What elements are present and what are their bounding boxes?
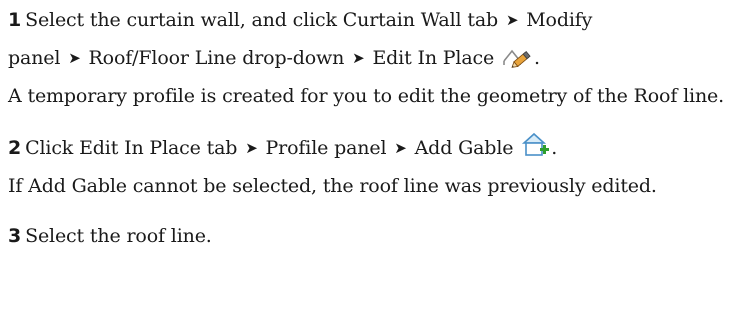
arrow-icon: ➤ bbox=[352, 49, 365, 67]
step-1-text-a: Select the curtain wall, and click Curta… bbox=[25, 9, 499, 31]
step-2-end: . bbox=[551, 137, 558, 159]
step-1-line-1: 1 Select the curtain wall, and click Curt… bbox=[8, 2, 753, 40]
step-3-number: 3 bbox=[8, 225, 22, 247]
step-2-note: If Add Gable cannot be selected, the roo… bbox=[8, 175, 657, 197]
step-2-text-a: Click Edit In Place tab bbox=[25, 137, 244, 159]
step-2: 2 Click Edit In Place tab ➤ Profile panel… bbox=[8, 130, 753, 200]
edit-in-place-icon bbox=[502, 45, 534, 82]
step-1-number: 1 bbox=[8, 9, 22, 31]
step-1-text-e: Edit In Place bbox=[372, 47, 495, 69]
step-1-text-d: Roof/Floor Line drop-down bbox=[88, 47, 345, 69]
step-2-number: 2 bbox=[8, 137, 22, 159]
step-3-line-1: 3 Select the roof line. bbox=[8, 218, 753, 255]
step-1-note: A temporary profile is created for you t… bbox=[8, 85, 725, 107]
step-1-text-c: panel bbox=[8, 47, 61, 69]
arrow-icon: ➤ bbox=[245, 139, 258, 157]
step-2-text-c: Add Gable bbox=[414, 137, 514, 159]
arrow-icon: ➤ bbox=[505, 11, 519, 29]
add-gable-icon bbox=[521, 131, 551, 172]
step-1: 1 Select the curtain wall, and click Curt… bbox=[8, 2, 753, 110]
step-1-end: . bbox=[534, 47, 540, 69]
step-2-line-1: 2 Click Edit In Place tab ➤ Profile panel… bbox=[8, 130, 753, 172]
step-3-text: Select the roof line. bbox=[25, 225, 212, 247]
arrow-icon: ➤ bbox=[394, 139, 407, 157]
step-1-text-b: Modify bbox=[526, 9, 593, 31]
instruction-document: 1 Select the curtain wall, and click Curt… bbox=[8, 2, 753, 255]
step-3: 3 Select the roof line. bbox=[8, 218, 753, 255]
step-1-line-2: panel ➤ Roof/Floor Line drop-down ➤ Edit… bbox=[8, 40, 753, 82]
arrow-icon: ➤ bbox=[68, 49, 81, 67]
step-2-text-b: Profile panel bbox=[265, 137, 387, 159]
